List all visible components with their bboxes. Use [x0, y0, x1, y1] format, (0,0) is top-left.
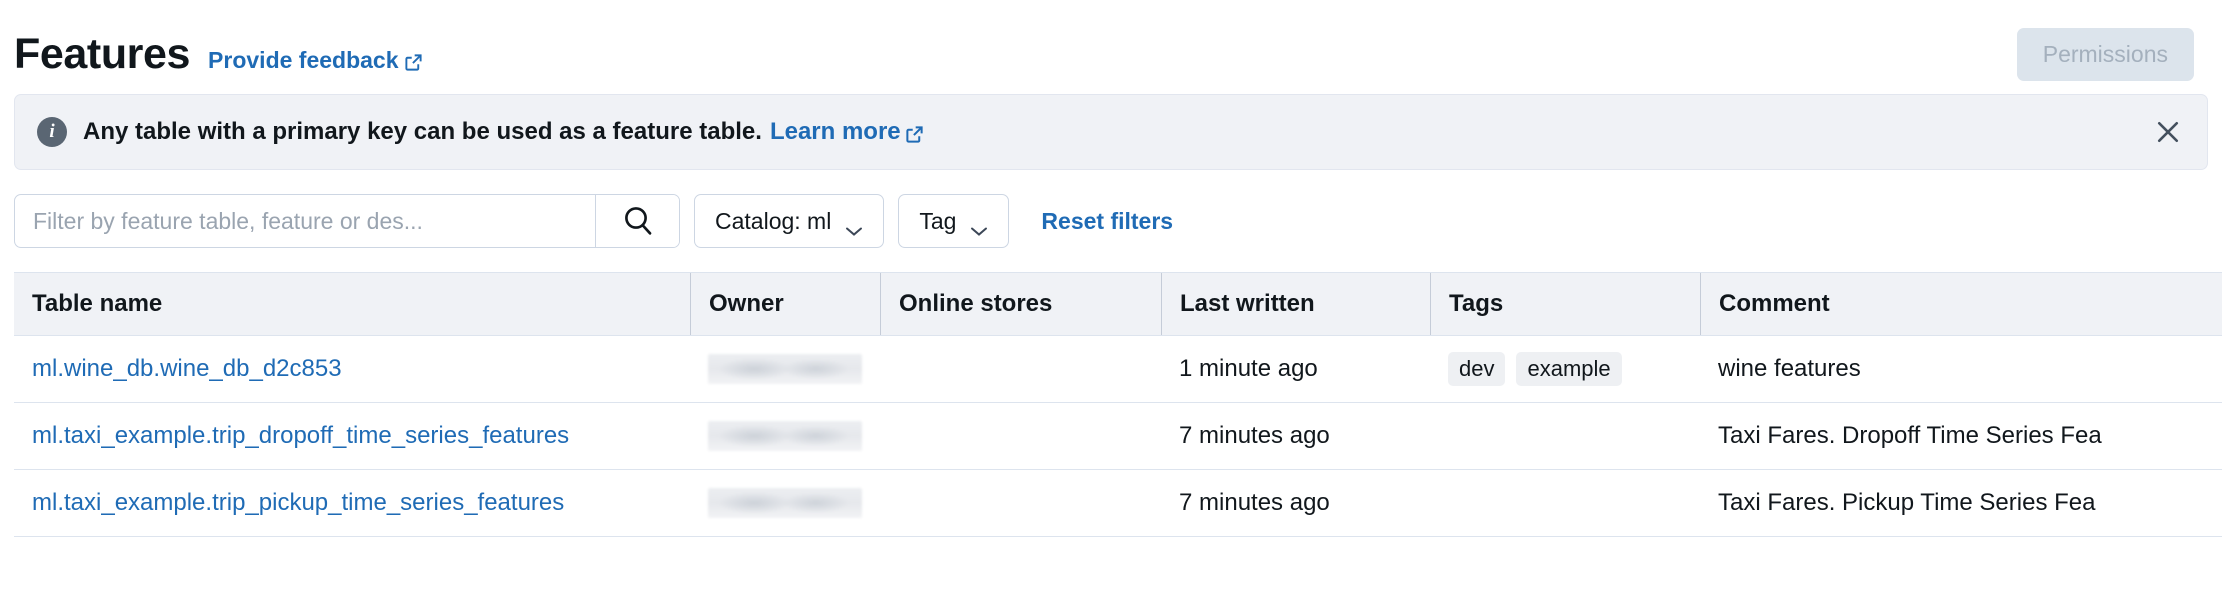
cell-tags: [1430, 403, 1700, 469]
chevron-down-icon: [845, 216, 863, 227]
table-header-row: Table name Owner Online stores Last writ…: [14, 272, 2222, 336]
learn-more-link[interactable]: Learn more: [770, 118, 924, 146]
cell-table-name: ml.taxi_example.trip_dropoff_time_series…: [14, 403, 690, 469]
cell-comment: Taxi Fares. Dropoff Time Series Fea: [1700, 403, 2222, 469]
tag-badge: dev: [1448, 352, 1505, 386]
cell-online-stores: [880, 336, 1161, 402]
feature-table-link[interactable]: ml.wine_db.wine_db_d2c853: [32, 355, 342, 383]
permissions-button[interactable]: Permissions: [2017, 28, 2194, 81]
provide-feedback-label: Provide feedback: [208, 47, 398, 74]
external-link-icon: [404, 51, 423, 70]
cell-owner: [690, 470, 880, 536]
catalog-filter-dropdown[interactable]: Catalog: ml: [694, 194, 884, 248]
column-header-comment[interactable]: Comment: [1700, 273, 2222, 335]
page-header: Features Provide feedback Permissions: [0, 0, 2222, 86]
cell-owner: [690, 403, 880, 469]
redacted-owner: [708, 421, 862, 451]
cell-table-name: ml.wine_db.wine_db_d2c853: [14, 336, 690, 402]
column-header-tags[interactable]: Tags: [1430, 273, 1700, 335]
table-row: ml.taxi_example.trip_pickup_time_series_…: [14, 470, 2222, 537]
learn-more-label: Learn more: [770, 118, 901, 146]
provide-feedback-link[interactable]: Provide feedback: [208, 47, 422, 74]
title-group: Features Provide feedback: [14, 33, 423, 76]
table-row: ml.taxi_example.trip_dropoff_time_series…: [14, 403, 2222, 470]
tag-filter-label: Tag: [919, 208, 956, 235]
tag-filter-dropdown[interactable]: Tag: [898, 194, 1009, 248]
cell-tags: [1430, 470, 1700, 536]
column-header-table-name[interactable]: Table name: [14, 273, 690, 335]
info-banner-message: Any table with a primary key can be used…: [83, 118, 762, 146]
cell-online-stores: [880, 403, 1161, 469]
cell-tags: dev example: [1430, 336, 1700, 402]
cell-table-name: ml.taxi_example.trip_pickup_time_series_…: [14, 470, 690, 536]
filter-bar: Catalog: ml Tag Reset filters: [14, 194, 2208, 248]
features-table: Table name Owner Online stores Last writ…: [14, 272, 2222, 537]
table-row: ml.wine_db.wine_db_d2c853 1 minute ago d…: [14, 336, 2222, 403]
feature-table-link[interactable]: ml.taxi_example.trip_dropoff_time_series…: [32, 422, 569, 450]
search-button[interactable]: [595, 195, 679, 247]
feature-table-link[interactable]: ml.taxi_example.trip_pickup_time_series_…: [32, 489, 564, 517]
cell-comment: wine features: [1700, 336, 2222, 402]
column-header-last-written[interactable]: Last written: [1161, 273, 1430, 335]
cell-comment: Taxi Fares. Pickup Time Series Fea: [1700, 470, 2222, 536]
page-title: Features: [14, 33, 190, 76]
search-field-group: [14, 194, 680, 248]
cell-last-written: 7 minutes ago: [1161, 403, 1430, 469]
cell-last-written: 7 minutes ago: [1161, 470, 1430, 536]
info-banner: i Any table with a primary key can be us…: [14, 94, 2208, 170]
info-icon: i: [37, 117, 67, 147]
chevron-down-icon: [970, 216, 988, 227]
column-header-owner[interactable]: Owner: [690, 273, 880, 335]
catalog-filter-label: Catalog: ml: [715, 208, 831, 235]
redacted-owner: [708, 354, 862, 384]
cell-online-stores: [880, 470, 1161, 536]
search-icon: [622, 204, 654, 239]
search-input[interactable]: [15, 195, 595, 247]
cell-last-written: 1 minute ago: [1161, 336, 1430, 402]
cell-owner: [690, 336, 880, 402]
tag-badge: example: [1516, 352, 1621, 386]
reset-filters-link[interactable]: Reset filters: [1041, 208, 1173, 235]
close-icon[interactable]: [2151, 115, 2185, 149]
external-link-icon: [905, 123, 924, 142]
redacted-owner: [708, 488, 862, 518]
column-header-online-stores[interactable]: Online stores: [880, 273, 1161, 335]
